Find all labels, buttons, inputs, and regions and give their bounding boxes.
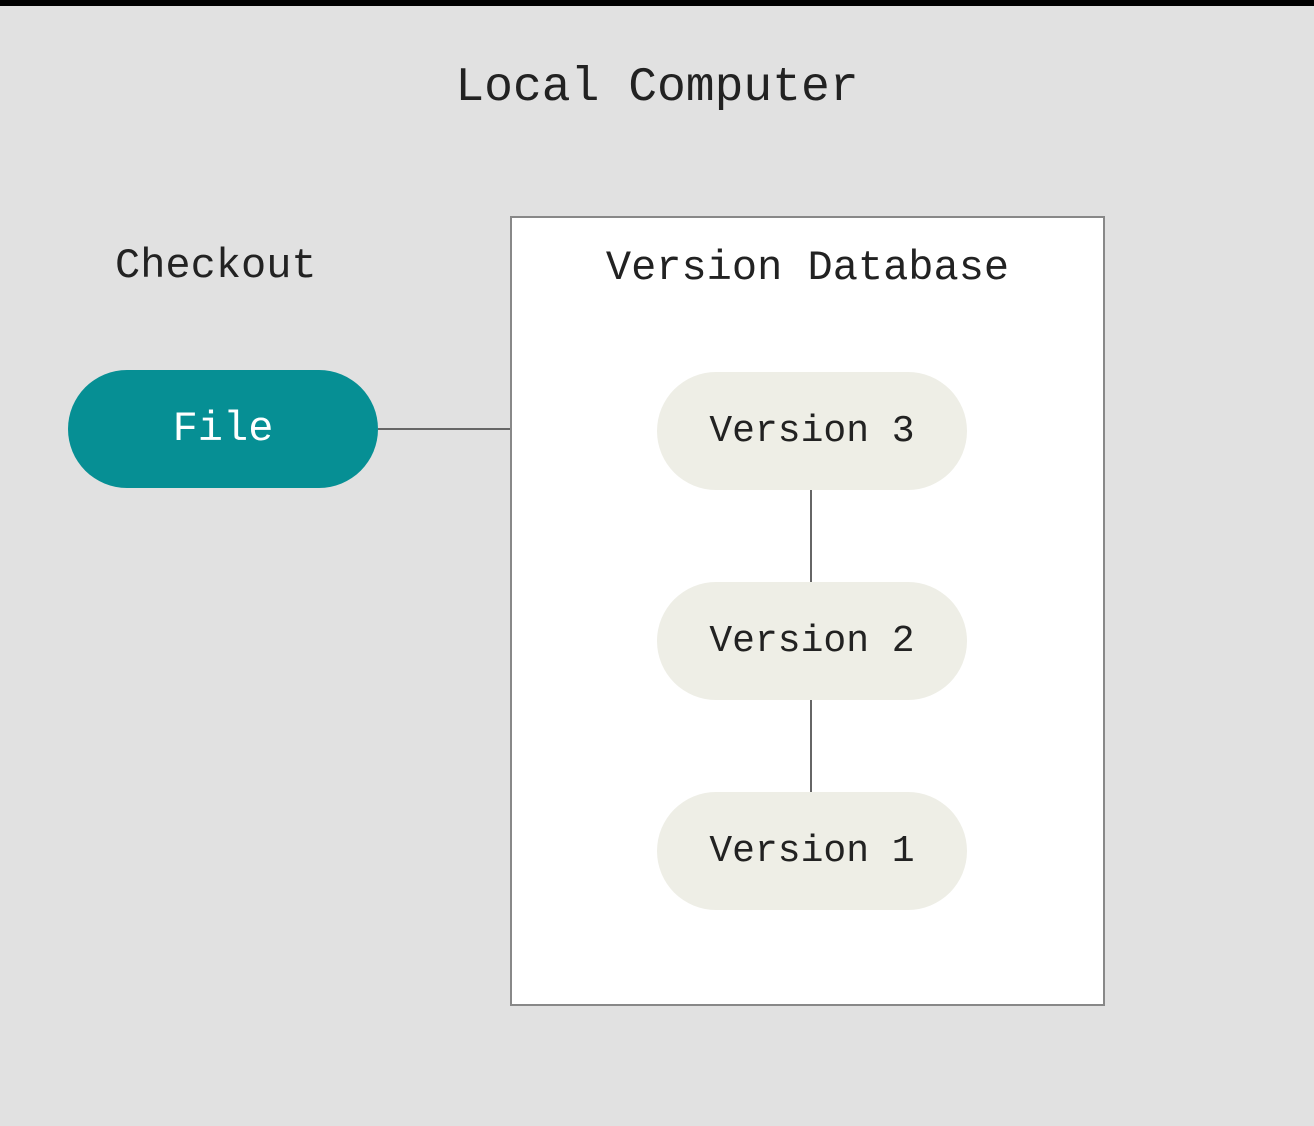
- version-2-node: Version 2: [657, 582, 967, 700]
- version-database-container: Version Database Version 3 Version 2 Ver…: [510, 216, 1105, 1006]
- file-node: File: [68, 370, 378, 488]
- connector-v3-to-v2: [810, 490, 812, 582]
- version-1-label: Version 1: [709, 830, 914, 873]
- version-3-node: Version 3: [657, 372, 967, 490]
- connector-v2-to-v1: [810, 700, 812, 792]
- version-3-label: Version 3: [709, 410, 914, 453]
- checkout-label: Checkout: [115, 242, 317, 290]
- diagram-title: Local Computer: [0, 61, 1314, 115]
- file-node-label: File: [173, 405, 274, 453]
- version-1-node: Version 1: [657, 792, 967, 910]
- version-database-title: Version Database: [512, 244, 1103, 292]
- version-2-label: Version 2: [709, 620, 914, 663]
